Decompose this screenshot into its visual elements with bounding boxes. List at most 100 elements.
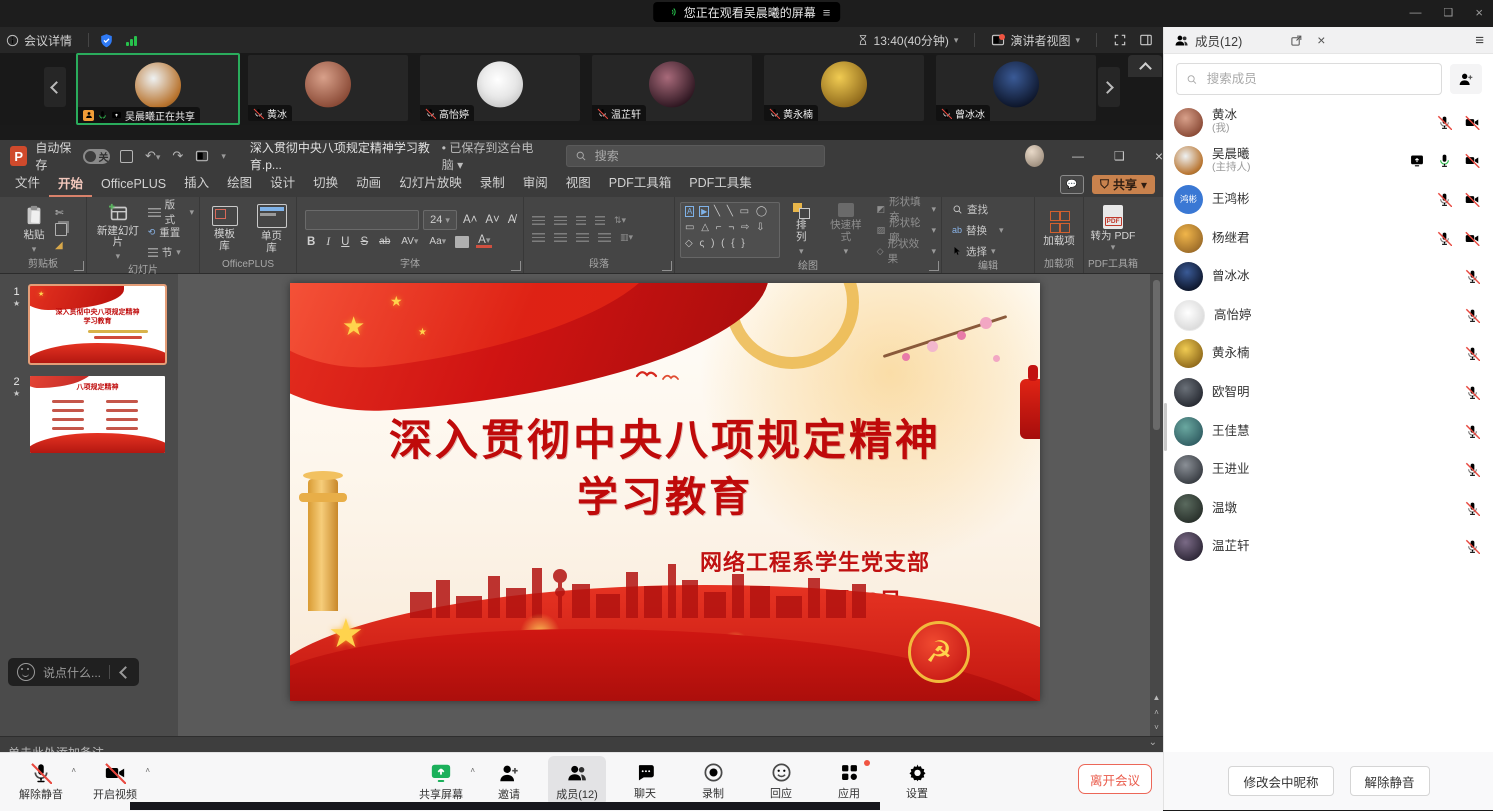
- underline-button[interactable]: U: [339, 236, 351, 248]
- reset-button[interactable]: ⟲重置: [148, 223, 194, 241]
- fullscreen-button[interactable]: [1107, 33, 1133, 47]
- share-screen-button[interactable]: ˄ 共享屏幕: [412, 756, 470, 806]
- layout-button[interactable]: 版式▾: [148, 203, 194, 221]
- toggle-switch[interactable]: 关: [83, 149, 110, 164]
- member-row[interactable]: 温墩: [1164, 489, 1493, 528]
- align-right-button[interactable]: [576, 233, 589, 242]
- meeting-details-button[interactable]: 会议详情: [0, 27, 78, 53]
- panel-menu-icon[interactable]: ≡: [1475, 32, 1484, 49]
- chat-overlay[interactable]: 说点什么...: [8, 658, 139, 686]
- new-slide-button[interactable]: 新建幻灯片▾: [92, 200, 144, 264]
- shapes-gallery[interactable]: A ▶ ╲ ╲ ▭ ◯ ▭ △ ⌐ ¬ ⇨ ⇩ ◇ ς ) ( { }: [680, 202, 780, 258]
- window-close-button[interactable]: ×: [1475, 5, 1483, 20]
- shadow-button[interactable]: ab: [377, 236, 392, 247]
- addins-button[interactable]: 加载项: [1043, 236, 1075, 247]
- reactions-button[interactable]: 回应: [752, 756, 810, 806]
- ppt-close-button[interactable]: ×: [1155, 148, 1163, 164]
- banner-menu-icon[interactable]: ≡: [823, 5, 831, 20]
- replace-button[interactable]: ab替换▾: [952, 221, 1004, 239]
- video-tile[interactable]: 曾冰冰: [936, 55, 1096, 121]
- quick-styles-button[interactable]: 快速样式▾: [822, 201, 870, 259]
- security-shield-icon[interactable]: [99, 33, 114, 48]
- video-tile[interactable]: 温芷轩: [592, 55, 752, 121]
- account-avatar[interactable]: [1025, 145, 1044, 167]
- tab-design[interactable]: 设计: [261, 168, 304, 197]
- next-slide-button[interactable]: ˅: [1154, 723, 1159, 732]
- tab-file[interactable]: 文件: [6, 168, 49, 197]
- tab-review[interactable]: 审阅: [514, 168, 557, 197]
- chat-button[interactable]: 聊天: [616, 756, 674, 806]
- drawing-dialog-launcher[interactable]: [929, 261, 939, 271]
- chat-input-placeholder[interactable]: 说点什么...: [43, 664, 101, 681]
- copy-button[interactable]: [55, 223, 67, 236]
- qat-more-icon[interactable]: ▾: [221, 151, 226, 162]
- highlight-color-button[interactable]: [455, 236, 469, 248]
- bullets-button[interactable]: [532, 216, 545, 225]
- clipboard-dialog-launcher[interactable]: [74, 261, 84, 271]
- record-button[interactable]: 录制: [684, 756, 742, 806]
- slideshow-icon[interactable]: [195, 149, 209, 163]
- tab-slideshow[interactable]: 幻灯片放映: [390, 168, 471, 197]
- side-panel-button[interactable]: [1133, 33, 1159, 47]
- paste-button[interactable]: 粘贴▾: [19, 201, 49, 257]
- member-row[interactable]: 高怡婷: [1164, 296, 1493, 335]
- tab-view[interactable]: 视图: [557, 168, 600, 197]
- filmstrip-next-button[interactable]: [1098, 67, 1120, 107]
- member-row[interactable]: 吴晨曦 (主持人): [1164, 142, 1493, 181]
- cut-button[interactable]: ✄: [53, 208, 67, 219]
- member-row[interactable]: 王进业: [1164, 450, 1493, 489]
- close-panel-icon[interactable]: ×: [1317, 32, 1325, 48]
- tab-home[interactable]: 开始: [49, 169, 92, 198]
- member-row[interactable]: 温芷轩: [1164, 528, 1493, 567]
- apps-button[interactable]: 应用: [820, 756, 878, 806]
- chat-collapse-icon[interactable]: [119, 666, 132, 679]
- font-size-select[interactable]: 24▾: [423, 210, 457, 230]
- ppt-search-input[interactable]: [593, 148, 797, 164]
- save-icon[interactable]: [120, 150, 133, 163]
- video-tile[interactable]: 黄永楠: [764, 55, 924, 121]
- increase-indent-button[interactable]: [595, 216, 605, 225]
- comments-button[interactable]: 💬: [1060, 175, 1084, 194]
- align-center-button[interactable]: [554, 233, 567, 242]
- tab-draw[interactable]: 绘图: [218, 168, 261, 197]
- slide-canvas[interactable]: ★ ★ ★ 深入贯彻中央八项规定精神 学习教育 网络工程系学生党支部: [290, 283, 1040, 701]
- line-spacing-button[interactable]: ⇅▾: [614, 215, 626, 226]
- align-left-button[interactable]: [532, 233, 545, 242]
- member-search-input[interactable]: [1205, 71, 1432, 87]
- find-button[interactable]: 查找: [952, 200, 988, 218]
- member-search-box[interactable]: [1176, 63, 1442, 95]
- member-row[interactable]: 鸿彬 王鸿彬: [1164, 180, 1493, 219]
- change-case-button[interactable]: Aa▾: [427, 236, 448, 247]
- shrink-font-button[interactable]: A˅: [483, 214, 501, 226]
- settings-button[interactable]: 设置: [888, 756, 946, 806]
- justify-button[interactable]: [598, 233, 611, 242]
- numbering-button[interactable]: [554, 216, 567, 225]
- select-button[interactable]: 选择▾: [952, 242, 996, 260]
- decrease-indent-button[interactable]: [576, 216, 586, 225]
- video-tile[interactable]: 高怡婷: [420, 55, 580, 121]
- invite-button[interactable]: 邀请: [480, 756, 538, 806]
- ribbon-collapse-button[interactable]: ⌄: [1149, 737, 1157, 748]
- tab-insert[interactable]: 插入: [175, 168, 218, 197]
- bold-button[interactable]: B: [305, 236, 317, 248]
- slide2-thumbnail[interactable]: 八项规定精神: [30, 376, 165, 453]
- unmute-button[interactable]: ˄ 解除静音: [12, 756, 70, 806]
- member-row[interactable]: 黄永楠: [1164, 335, 1493, 374]
- undo-icon[interactable]: ↶▾: [145, 148, 160, 164]
- video-tile[interactable]: 黄冰: [248, 55, 408, 121]
- start-video-button[interactable]: ˄ 开启视频: [86, 756, 144, 806]
- slide1-thumbnail[interactable]: ★ 深入贯彻中央八项规定精神学习教育: [30, 286, 165, 363]
- grow-font-button[interactable]: A˄: [461, 214, 479, 226]
- prev-slide-button[interactable]: ▲: [1153, 693, 1161, 702]
- leave-meeting-button[interactable]: 离开会议: [1078, 764, 1152, 794]
- meeting-duration[interactable]: 13:40(40分钟) ▾: [851, 32, 965, 49]
- arrange-button[interactable]: 排列▾: [787, 201, 815, 259]
- member-row[interactable]: 欧智明: [1164, 373, 1493, 412]
- tab-record[interactable]: 录制: [471, 168, 514, 197]
- member-row[interactable]: 黄冰 (我): [1164, 103, 1493, 142]
- filmstrip-prev-button[interactable]: [44, 67, 66, 107]
- add-member-button[interactable]: [1450, 64, 1482, 94]
- template-library-button[interactable]: 模板库: [205, 204, 244, 254]
- tab-officeplus[interactable]: OfficePLUS: [92, 173, 175, 197]
- view-mode-button[interactable]: 演讲者视图 ▾: [985, 32, 1086, 49]
